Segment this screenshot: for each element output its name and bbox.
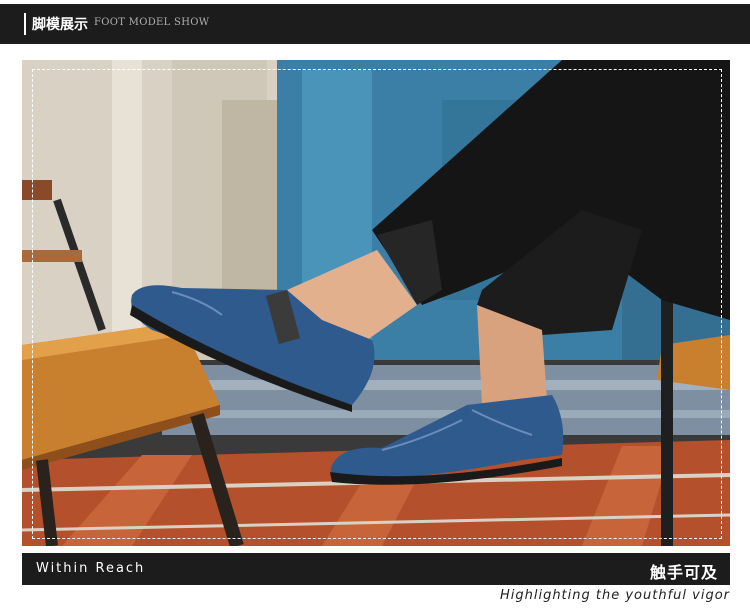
tagline-text: Highlighting the youthful vigor: [499, 588, 730, 603]
product-photo: [22, 60, 730, 546]
caption-bar: Within Reach 触手可及: [22, 553, 730, 585]
photo-illustration: [22, 60, 730, 546]
header-title-cn: 脚模展示: [32, 17, 88, 33]
header-dashed-divider: [0, 45, 750, 46]
caption-title-en: Within Reach: [36, 561, 146, 576]
caption-title-cn: 触手可及: [649, 563, 718, 582]
header-title-en: FOOT MODEL SHOW: [94, 17, 210, 28]
header-accent-line: [24, 13, 26, 35]
section-header: 脚模展示 FOOT MODEL SHOW: [0, 4, 750, 46]
